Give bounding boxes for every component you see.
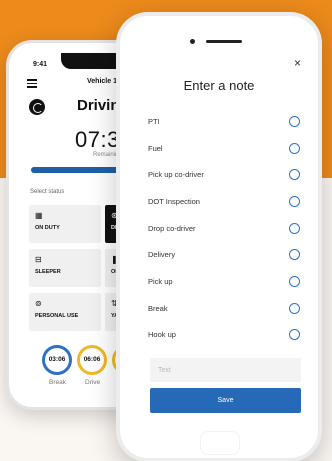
- note-option[interactable]: Pick up co-driver: [148, 161, 302, 188]
- vehicle-label[interactable]: Vehicle 1: [87, 78, 117, 85]
- calendar-icon: ▦: [35, 211, 43, 220]
- radio-button[interactable]: [289, 222, 300, 234]
- note-option[interactable]: DOT Inspection: [148, 188, 302, 215]
- radio-button[interactable]: [289, 329, 300, 341]
- remaining-clock: 07:3: [75, 127, 120, 152]
- note-text-input[interactable]: [150, 358, 301, 382]
- radio-button[interactable]: [289, 142, 300, 154]
- driving-status-icon: [29, 99, 45, 115]
- status-time: 9:41: [33, 61, 48, 68]
- status-tile-personal-use[interactable]: ⊚ PERSONAL USE: [29, 293, 101, 331]
- note-option[interactable]: PTI: [148, 108, 302, 135]
- dialog-title: Enter a note: [183, 78, 255, 93]
- close-icon[interactable]: ×: [294, 56, 301, 70]
- note-option[interactable]: Hook up: [148, 322, 302, 349]
- ring-label-drive: Drive: [85, 379, 101, 386]
- camera-icon: [190, 39, 195, 44]
- faint-decoration: [200, 431, 240, 455]
- status-tile-sleeper[interactable]: ⊟ SLEEPER: [29, 249, 101, 287]
- break-timer-ring: 03:06: [42, 345, 72, 375]
- radio-button[interactable]: [289, 275, 300, 287]
- radio-button[interactable]: [289, 115, 300, 127]
- front-phone: × Enter a note PTI Fuel Pick up co-drive…: [116, 12, 322, 461]
- radio-button[interactable]: [289, 195, 300, 207]
- location-pin-icon: ⊚: [35, 299, 42, 308]
- drive-timer-ring: 06:06: [77, 345, 107, 375]
- radio-button[interactable]: [289, 302, 300, 314]
- bed-icon: ⊟: [35, 255, 42, 264]
- remaining-progress-fill: [31, 167, 123, 173]
- note-option[interactable]: Pick up: [148, 268, 302, 295]
- speaker-icon: [206, 40, 242, 43]
- radio-button[interactable]: [289, 169, 300, 181]
- note-options-list: PTI Fuel Pick up co-driver DOT Inspectio…: [148, 108, 302, 348]
- select-status-label: Select status: [30, 189, 65, 195]
- note-option[interactable]: Fuel: [148, 135, 302, 162]
- note-option[interactable]: Break: [148, 295, 302, 322]
- status-title: Drivin: [77, 97, 120, 114]
- status-tile-on-duty[interactable]: ▦ ON DUTY: [29, 205, 101, 243]
- menu-icon[interactable]: [27, 79, 37, 90]
- note-option[interactable]: Delivery: [148, 241, 302, 268]
- ring-label-break: Break: [49, 379, 66, 386]
- radio-button[interactable]: [289, 249, 300, 261]
- save-button[interactable]: Save: [150, 388, 301, 413]
- note-option[interactable]: Drop co-driver: [148, 215, 302, 242]
